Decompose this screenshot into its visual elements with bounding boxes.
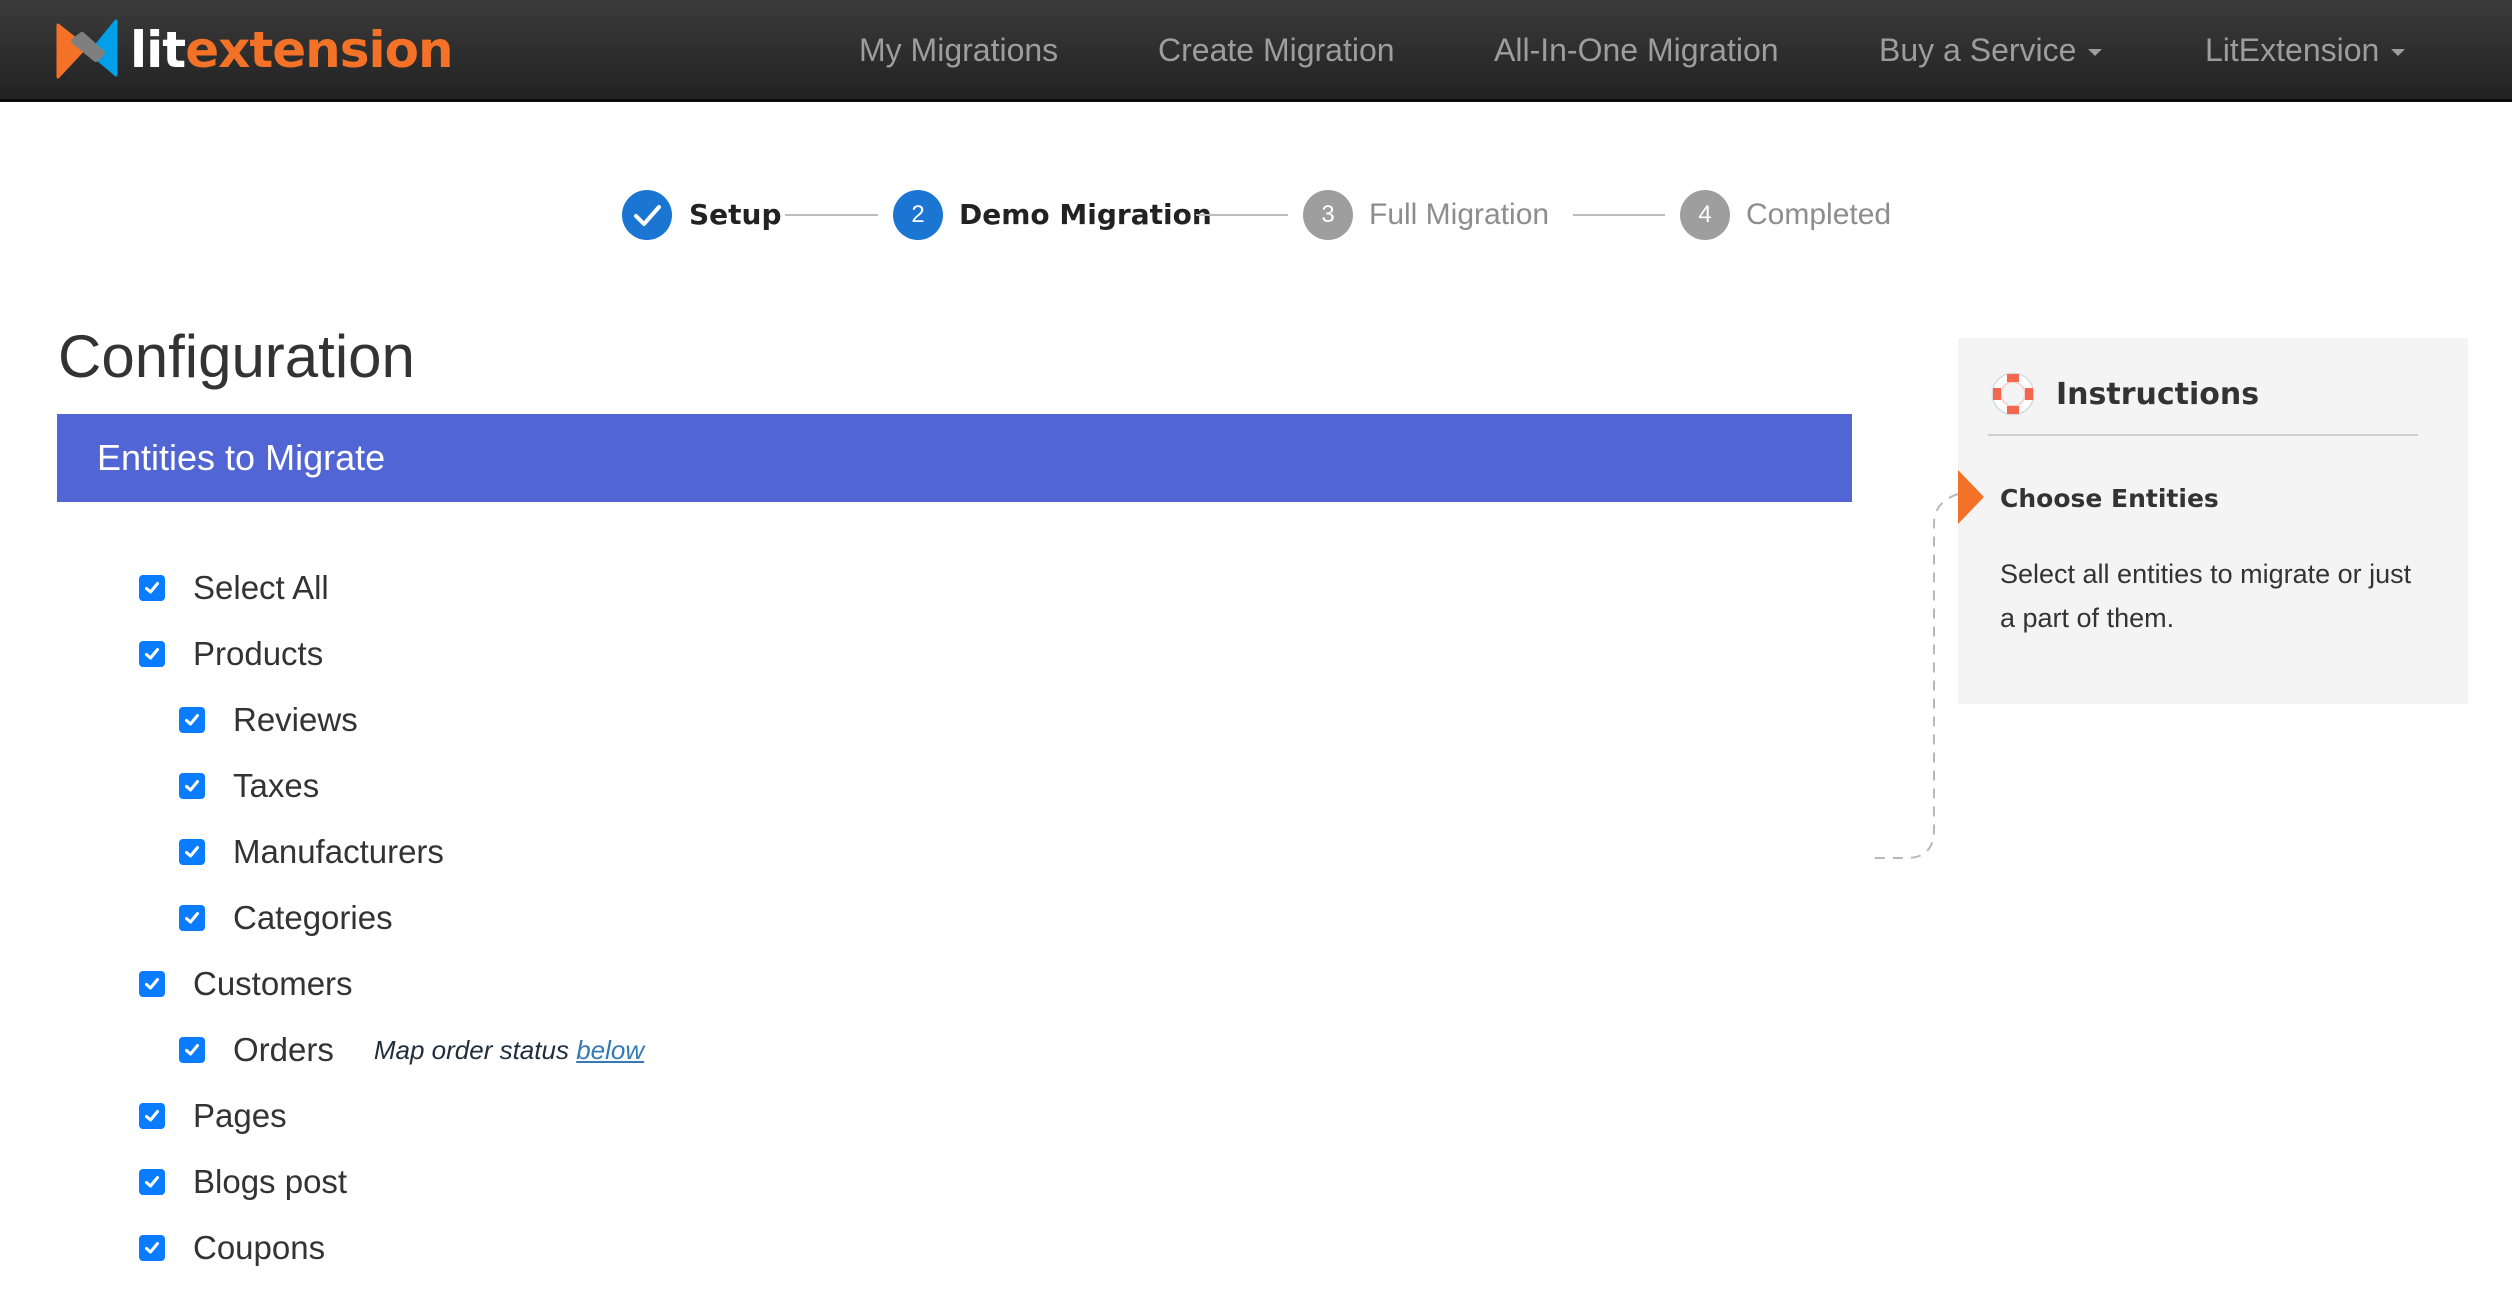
caret-down-icon [2088, 49, 2103, 57]
logo-text-extension: extension [185, 21, 453, 79]
nav-create-migration[interactable]: Create Migration [1158, 0, 1395, 100]
step-2-label: Demo Migration [959, 198, 1212, 231]
nav-my-migrations[interactable]: My Migrations [859, 0, 1058, 100]
entity-row-reviews: Reviews [179, 700, 358, 740]
entity-row-orders: Orders Map order status below [179, 1030, 644, 1070]
logo[interactable]: litextension [56, 18, 454, 82]
nav-label: LitExtension [2205, 32, 2380, 68]
nav-label: Create Migration [1158, 32, 1395, 68]
page-title: Configuration [58, 323, 415, 390]
checkbox-categories[interactable] [179, 905, 205, 931]
instructions-subtitle: Choose Entities [2000, 484, 2219, 513]
checkbox-manufacturers[interactable] [179, 839, 205, 865]
entity-label[interactable]: Pages [193, 1097, 287, 1135]
logo-text: litextension [130, 25, 454, 75]
entity-label[interactable]: Products [193, 635, 323, 673]
checkbox-products[interactable] [139, 641, 165, 667]
checkmark-icon [145, 1242, 159, 1254]
step-connector [1573, 214, 1665, 216]
nav-litextension-dropdown[interactable]: LitExtension [2205, 0, 2406, 100]
checkmark-icon [185, 780, 199, 792]
top-navbar: litextension My Migrations Create Migrat… [0, 0, 2512, 102]
nav-label: My Migrations [859, 32, 1059, 68]
entity-label[interactable]: Manufacturers [233, 833, 444, 871]
entity-row-taxes: Taxes [179, 766, 319, 806]
checkmark-icon [145, 1176, 159, 1188]
entity-label[interactable]: Blogs post [193, 1163, 347, 1201]
step-3-label: Full Migration [1369, 198, 1550, 231]
checkbox-taxes[interactable] [179, 773, 205, 799]
entity-row-categories: Categories [179, 898, 393, 938]
checkbox-select-all[interactable] [139, 575, 165, 601]
entities-section-header: Entities to Migrate [57, 414, 1852, 502]
entity-label[interactable]: Reviews [233, 701, 358, 739]
step-connector [785, 214, 878, 216]
checkmark-icon [185, 1044, 199, 1056]
nav-buy-a-service-dropdown[interactable]: Buy a Service [1879, 0, 2103, 100]
entity-label[interactable]: Customers [193, 965, 353, 1003]
checkbox-orders[interactable] [179, 1037, 205, 1063]
entity-label[interactable]: Taxes [233, 767, 319, 805]
checkbox-customers[interactable] [139, 971, 165, 997]
map-order-status-link[interactable]: below [576, 1035, 644, 1065]
migration-stepper: Setup 2 Demo Migration 3 Full Migration … [0, 188, 2512, 242]
instructions-panel: Instructions Choose Entities Select all … [1958, 338, 2468, 704]
entity-row-pages: Pages [139, 1096, 287, 1136]
checkmark-icon [145, 1110, 159, 1122]
entity-row-select-all: Select All [139, 568, 329, 608]
entity-label[interactable]: Select All [193, 569, 329, 607]
litextension-logo-icon [56, 19, 118, 79]
checkmark-icon [145, 582, 159, 594]
step-2-number: 2 [893, 190, 943, 240]
entity-row-products: Products [139, 634, 323, 674]
logo-text-lit: lit [130, 21, 186, 79]
order-status-note: Map order status below [374, 1035, 644, 1066]
step-pointer-arrow-icon [1958, 470, 1984, 524]
instructions-header: Instructions [1988, 368, 2418, 436]
checkmark-icon [145, 648, 159, 660]
step-1-check-icon [622, 190, 672, 240]
entity-label[interactable]: Coupons [193, 1229, 325, 1267]
instructions-text: Select all entities to migrate or just a… [2000, 559, 2412, 633]
step-4-number: 4 [1680, 190, 1730, 240]
note-text: Map order status [373, 1034, 569, 1065]
checkmark-icon [185, 912, 199, 924]
checkbox-reviews[interactable] [179, 707, 205, 733]
checkmark-icon [145, 978, 159, 990]
step-3-number: 3 [1303, 190, 1353, 240]
dashed-connector-line [1868, 493, 1959, 859]
entity-row-customers: Customers [139, 964, 353, 1004]
checkbox-pages[interactable] [139, 1103, 165, 1129]
checkmark-icon [185, 714, 199, 726]
lifebuoy-icon [1991, 372, 2035, 416]
nav-label: All-In-One Migration [1494, 32, 1779, 68]
nav-label: Buy a Service [1879, 32, 2077, 68]
entity-row-blogs-post: Blogs post [139, 1162, 347, 1202]
instructions-title: Instructions [2056, 376, 2260, 412]
step-connector [1196, 214, 1288, 216]
checkbox-blogs-post[interactable] [139, 1169, 165, 1195]
step-1-label: Setup [689, 198, 782, 231]
checkbox-coupons[interactable] [139, 1235, 165, 1261]
entity-label[interactable]: Categories [233, 899, 393, 937]
nav-all-in-one-migration[interactable]: All-In-One Migration [1494, 0, 1779, 100]
checkmark-icon [185, 846, 199, 858]
step-4-label: Completed [1746, 198, 1892, 231]
entity-row-coupons: Coupons [139, 1228, 325, 1268]
entity-label[interactable]: Orders [233, 1031, 334, 1069]
entity-row-manufacturers: Manufacturers [179, 832, 444, 872]
caret-down-icon [2391, 49, 2406, 57]
